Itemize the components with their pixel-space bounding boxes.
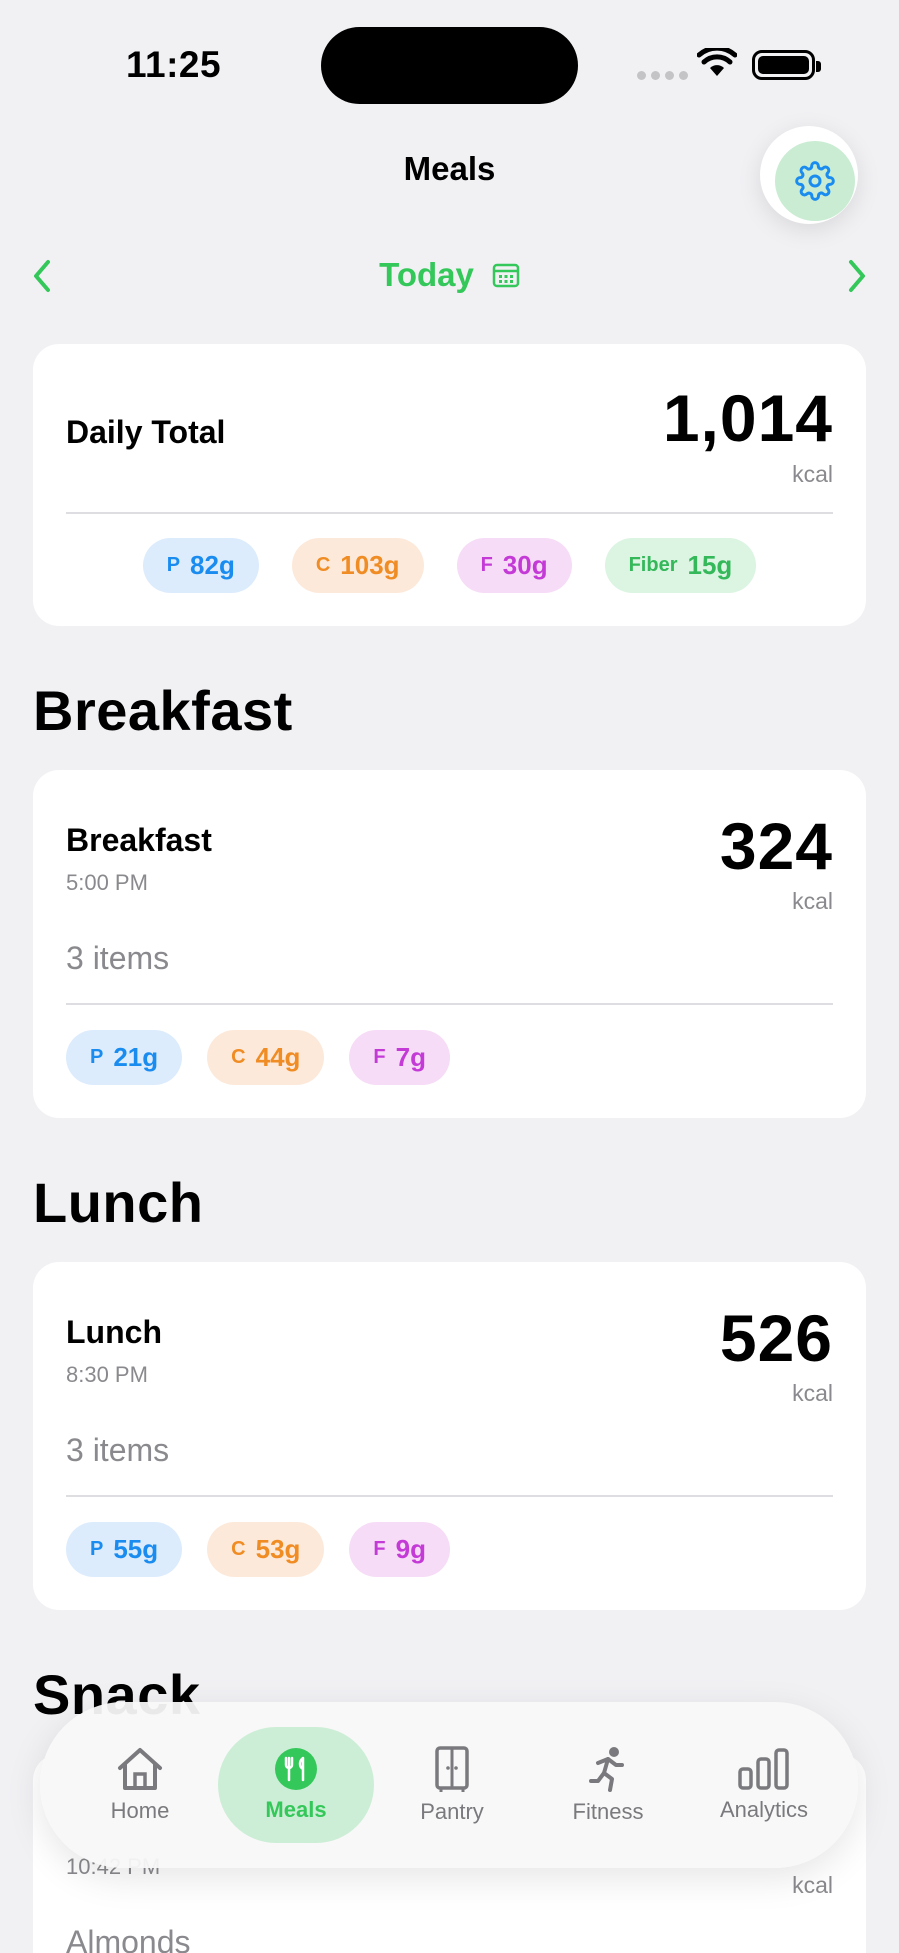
protein-pill: P 21g	[66, 1030, 183, 1085]
tab-pantry[interactable]: Pantry	[374, 1727, 530, 1843]
divider	[66, 1003, 833, 1005]
meal-card-breakfast[interactable]: Breakfast 5:00 PM 324 kcal 3 items P 21g …	[33, 770, 866, 1118]
fat-pill: F 30g	[456, 538, 572, 593]
tab-label: Analytics	[719, 1797, 809, 1822]
tab-bar: Home Meals Pantry Fitness Analytics	[40, 1702, 858, 1868]
tab-label: Fitness	[572, 1799, 644, 1824]
fat-pill: F 9g	[349, 1522, 450, 1577]
pantry-icon	[435, 1746, 469, 1792]
meal-item-count: 3 items	[66, 1432, 170, 1468]
macro-pills: P 82g C 103g F 30g Fiber 15g	[33, 538, 866, 593]
meal-kcal: 324	[719, 809, 833, 883]
status-bar: 11:25	[0, 0, 899, 130]
battery-icon	[752, 50, 821, 80]
meal-name: Lunch	[66, 1314, 162, 1350]
tab-home[interactable]: Home	[62, 1727, 218, 1843]
divider	[66, 1495, 833, 1497]
meal-time: 8:30 PM	[66, 1362, 148, 1387]
carbs-pill: C 44g	[207, 1030, 325, 1085]
calendar-icon	[492, 263, 520, 288]
kcal-unit: kcal	[792, 888, 833, 914]
meal-item-count: 3 items	[66, 940, 170, 976]
date-picker-button[interactable]: Today	[379, 256, 520, 294]
tab-label: Pantry	[420, 1799, 484, 1824]
signal-dots-icon	[637, 71, 688, 80]
date-navigator: Today	[0, 250, 899, 300]
date-label: Today	[379, 256, 474, 293]
meal-time: 5:00 PM	[66, 870, 148, 895]
meal-card-lunch[interactable]: Lunch 8:30 PM 526 kcal 3 items P 55g C 53g…	[33, 1262, 866, 1610]
gear-icon	[795, 161, 835, 201]
macro-pills: P 55g C 53g F 9g	[66, 1522, 450, 1577]
daily-total-card: Daily Total 1,014 kcal P 82g C 103g F 30g F…	[33, 344, 866, 626]
wifi-icon	[697, 48, 737, 76]
settings-button[interactable]	[760, 126, 858, 224]
fat-pill: F 7g	[349, 1030, 450, 1085]
meal-item-preview: Almonds	[66, 1924, 191, 1953]
section-header-breakfast: Breakfast	[33, 679, 293, 742]
daily-total-kcal: 1,014	[662, 381, 833, 455]
fiber-pill: Fiber 15g	[604, 538, 757, 593]
home-icon	[118, 1748, 162, 1790]
tab-fitness[interactable]: Fitness	[530, 1727, 686, 1843]
protein-pill: P 55g	[66, 1522, 183, 1577]
protein-pill: P 82g	[142, 538, 259, 593]
tab-analytics[interactable]: Analytics	[686, 1727, 842, 1843]
running-icon	[589, 1747, 624, 1792]
meal-name: Breakfast	[66, 822, 212, 858]
bar-chart-icon	[738, 1748, 789, 1790]
meal-kcal: 526	[719, 1301, 833, 1375]
divider	[66, 512, 833, 514]
chevron-right-icon[interactable]	[843, 258, 869, 294]
section-header-lunch: Lunch	[33, 1171, 204, 1234]
tab-meals[interactable]: Meals	[218, 1727, 374, 1843]
kcal-unit: kcal	[792, 1872, 833, 1898]
fork-knife-icon	[275, 1748, 317, 1790]
kcal-unit: kcal	[792, 461, 833, 487]
status-time: 11:25	[126, 44, 222, 85]
daily-total-title: Daily Total	[66, 414, 226, 450]
dynamic-island	[321, 27, 578, 104]
carbs-pill: C 53g	[207, 1522, 325, 1577]
macro-pills: P 21g C 44g F 7g	[66, 1030, 450, 1085]
tab-label: Meals	[265, 1797, 327, 1822]
carbs-pill: C 103g	[291, 538, 424, 593]
tab-label: Home	[110, 1798, 170, 1823]
kcal-unit: kcal	[792, 1380, 833, 1406]
